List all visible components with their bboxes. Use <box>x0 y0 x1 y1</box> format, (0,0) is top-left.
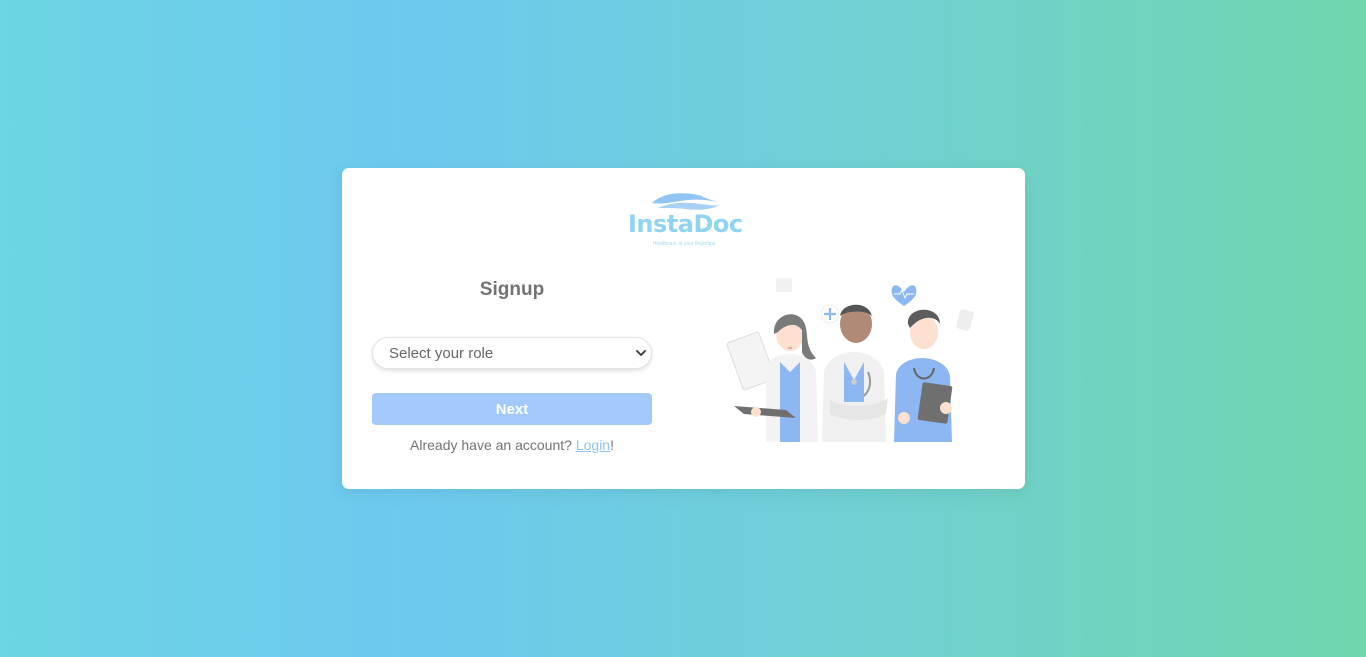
instadoc-logo: InstaDoc Healthcare at your fingertips <box>628 190 743 250</box>
login-prompt-text: Already have an account? <box>410 437 572 453</box>
next-button[interactable]: Next <box>372 393 652 425</box>
heart-icon <box>891 285 917 306</box>
signup-form: Signup Select your role Next Already hav… <box>372 278 652 453</box>
role-select-value: Select your role <box>389 344 494 362</box>
login-link[interactable]: Login <box>576 437 610 453</box>
chevron-down-icon <box>636 350 646 356</box>
logo-wordmark: InstaDoc <box>628 210 743 238</box>
logo-tagline: Healthcare at your fingertips <box>652 241 716 247</box>
page-title: Signup <box>479 279 545 300</box>
plus-icon <box>820 304 840 324</box>
role-select[interactable]: Select your role <box>372 337 652 369</box>
login-suffix: ! <box>610 437 614 453</box>
login-prompt: Already have an account? Login! <box>372 437 652 453</box>
signup-card: InstaDoc Healthcare at your fingertips S… <box>342 168 1025 489</box>
male-nurse <box>894 309 953 442</box>
pill-bottle-icon <box>956 309 974 331</box>
male-doctor <box>822 304 888 442</box>
doctors-team-illustration <box>726 272 982 442</box>
thumbs-up-icon <box>776 278 792 292</box>
